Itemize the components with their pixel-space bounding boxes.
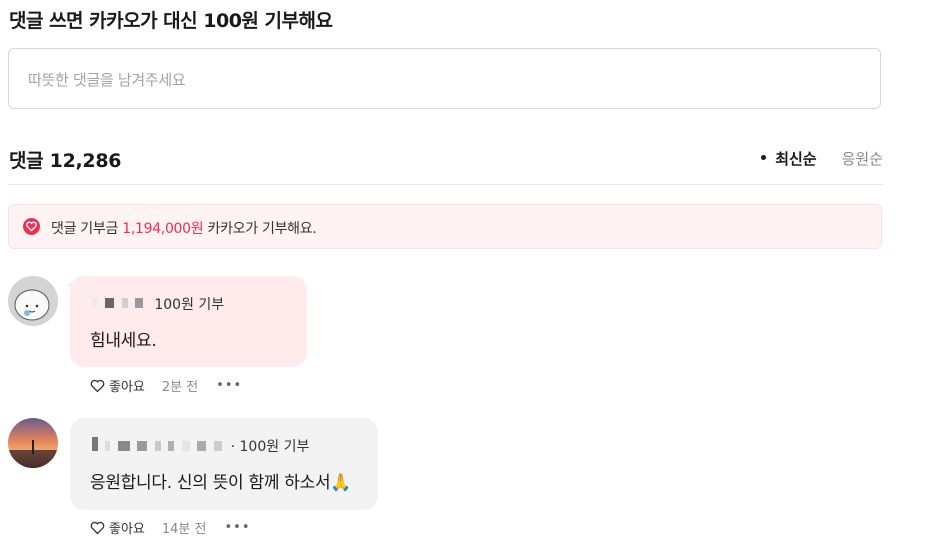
donation-label: 100원 기부: [154, 297, 225, 313]
like-label: 좋아요: [109, 380, 145, 395]
donation-banner: 댓글 기부금 1,194,000원 카카오가 기부해요.: [8, 204, 882, 249]
comment-input-placeholder: 따뜻한 댓글을 남겨주세요: [28, 71, 186, 89]
comment-meta: 100원 기부: [92, 294, 224, 314]
sort-options: 최신순 응원순: [761, 148, 883, 169]
heart-outline-icon: [90, 521, 105, 534]
donation-label: · 100원 기부: [230, 439, 310, 455]
sort-support[interactable]: 응원순: [842, 148, 883, 169]
more-options-icon[interactable]: •••: [216, 378, 242, 393]
more-options-icon[interactable]: •••: [225, 520, 251, 535]
comment-bubble: · 100원 기부 응원합니다. 신의 뜻이 함께 하소서🙏: [70, 418, 378, 510]
comment-input[interactable]: 따뜻한 댓글을 남겨주세요: [8, 48, 881, 109]
sort-latest-label: 최신순: [775, 150, 817, 168]
comment-actions: 좋아요 2분 전 •••: [90, 376, 242, 395]
active-dot-icon: [761, 155, 767, 160]
heart-outline-icon: [90, 379, 105, 392]
comment-text: 응원합니다. 신의 뜻이 함께 하소서🙏: [90, 473, 352, 493]
page-title: 댓글 쓰면 카카오가 대신 100원 기부해요: [9, 10, 333, 32]
donation-suffix: 카카오가 기부해요.: [207, 221, 317, 237]
comment-text: 힘내세요.: [90, 331, 157, 351]
like-button[interactable]: 좋아요: [90, 518, 145, 537]
comment-time: 2분 전: [161, 380, 199, 395]
comment-summary: 댓글 12,286 최신순 응원순: [8, 144, 883, 172]
comment-count: 댓글 12,286: [9, 150, 122, 172]
donation-prefix: 댓글 기부금: [51, 221, 119, 237]
avatar[interactable]: [8, 276, 58, 326]
avatar[interactable]: [8, 418, 58, 468]
comment-meta: · 100원 기부: [92, 436, 309, 456]
sort-latest[interactable]: 최신순: [761, 148, 817, 169]
comment-actions: 좋아요 14분 전 •••: [90, 518, 251, 537]
like-label: 좋아요: [109, 522, 145, 537]
donation-text: 댓글 기부금 1,194,000원 카카오가 기부해요.: [51, 218, 317, 238]
donation-amount: 1,194,000원: [122, 221, 204, 237]
redacted-username: [92, 296, 146, 312]
redacted-username: [92, 437, 225, 455]
divider: [8, 184, 883, 185]
comment-bubble: 100원 기부 힘내세요.: [66, 276, 307, 367]
heart-icon: [23, 218, 40, 235]
like-button[interactable]: 좋아요: [90, 376, 145, 395]
comment-time: 14분 전: [161, 522, 207, 537]
